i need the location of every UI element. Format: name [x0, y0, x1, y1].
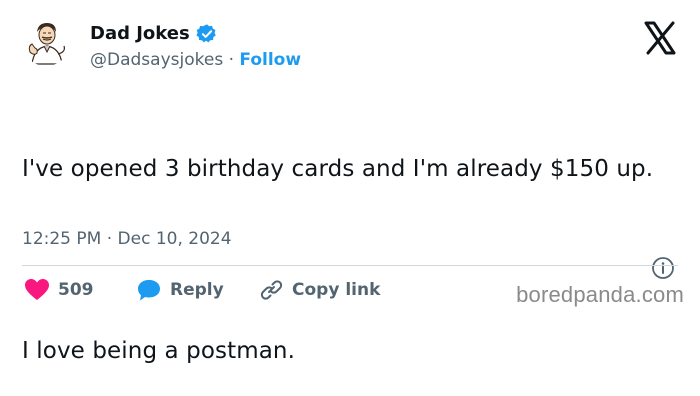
avatar[interactable]	[22, 18, 70, 66]
tweet-line-2: I love being a postman.	[22, 338, 296, 364]
info-icon[interactable]	[651, 256, 675, 280]
avatar-cartoon-dad-icon	[22, 18, 70, 66]
reply-label: Reply	[170, 280, 224, 300]
like-button[interactable]: 509	[24, 278, 94, 302]
follow-button[interactable]: Follow	[239, 50, 301, 70]
tweet-line-1: I've opened 3 birthday cards and I'm alr…	[22, 156, 654, 182]
heart-icon	[25, 279, 49, 300]
author-display-name[interactable]: Dad Jokes	[90, 22, 190, 46]
reply-button[interactable]: Reply	[136, 278, 224, 302]
timestamp[interactable]: 12:25 PM · Dec 10, 2024	[22, 228, 232, 250]
link-icon	[260, 280, 283, 300]
copy-link-button[interactable]: Copy link	[258, 278, 380, 302]
divider	[22, 265, 678, 266]
author-handle[interactable]: @Dadsaysjokes	[90, 50, 223, 70]
reply-bubble-icon	[138, 280, 160, 301]
separator-dot: ·	[228, 50, 234, 70]
handle-line: @Dadsaysjokes · Follow	[90, 49, 301, 71]
author-name-row[interactable]: Dad Jokes	[90, 22, 218, 46]
x-logo-icon[interactable]	[640, 18, 680, 58]
copy-link-label: Copy link	[292, 280, 381, 300]
verified-badge-icon	[196, 24, 216, 43]
like-count: 509	[58, 280, 94, 300]
watermark: boredpanda.com	[516, 282, 684, 307]
